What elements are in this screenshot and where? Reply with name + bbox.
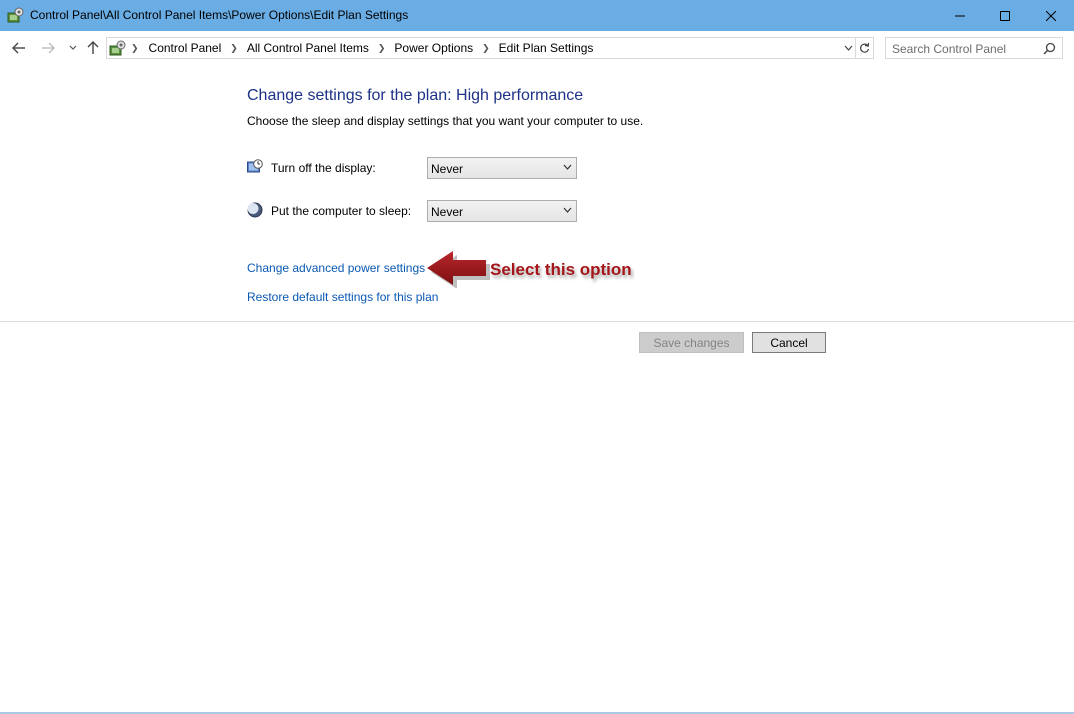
display-timeout-select[interactable]: Never xyxy=(427,157,577,179)
close-icon xyxy=(1046,10,1056,21)
cancel-button[interactable]: Cancel xyxy=(752,332,826,353)
arrow-left-icon xyxy=(12,42,25,54)
divider xyxy=(0,321,1074,322)
navigation-bar: ❯ Control Panel ❯ All Control Panel Item… xyxy=(0,31,1074,64)
window-title: Control Panel\All Control Panel Items\Po… xyxy=(30,8,409,22)
chevron-down-icon xyxy=(563,207,572,213)
maximize-icon xyxy=(1000,10,1010,21)
control-panel-icon xyxy=(7,7,24,23)
maximize-button[interactable] xyxy=(982,0,1028,31)
minimize-button[interactable] xyxy=(937,0,983,31)
chevron-down-icon xyxy=(69,45,77,50)
search-input[interactable] xyxy=(892,41,1037,56)
display-timeout-value: Never xyxy=(431,162,464,176)
up-button[interactable] xyxy=(83,38,103,58)
refresh-button[interactable] xyxy=(855,37,874,59)
chevron-right-icon[interactable]: ❯ xyxy=(482,43,490,54)
moon-icon xyxy=(247,202,263,218)
save-changes-button[interactable]: Save changes xyxy=(639,332,744,353)
refresh-icon xyxy=(859,42,869,53)
close-button[interactable] xyxy=(1028,0,1074,31)
breadcrumb-item-edit-plan[interactable]: Edit Plan Settings xyxy=(499,41,594,55)
page-description: Choose the sleep and display settings th… xyxy=(247,114,644,128)
search-box[interactable] xyxy=(885,37,1063,59)
sleep-timeout-select[interactable]: Never xyxy=(427,200,577,222)
page-title: Change settings for the plan: High perfo… xyxy=(247,87,584,104)
chevron-right-icon[interactable]: ❯ xyxy=(378,43,386,54)
title-bar: Control Panel\All Control Panel Items\Po… xyxy=(0,0,1074,31)
forward-button[interactable] xyxy=(38,38,58,58)
sleep-timeout-value: Never xyxy=(431,205,464,219)
breadcrumb-item-control-panel[interactable]: Control Panel xyxy=(149,41,222,55)
chevron-right-icon[interactable]: ❯ xyxy=(131,43,139,54)
recent-locations-button[interactable] xyxy=(63,38,83,58)
chevron-down-icon xyxy=(563,164,572,170)
callout-arrow-icon xyxy=(427,251,490,288)
callout-label: Select this option xyxy=(490,260,632,279)
search-icon[interactable] xyxy=(1043,42,1056,55)
breadcrumb-item-all-items[interactable]: All Control Panel Items xyxy=(247,41,369,55)
sleep-setting-label: Put the computer to sleep: xyxy=(271,204,412,218)
chevron-right-icon[interactable]: ❯ xyxy=(230,43,238,54)
change-advanced-power-settings-link[interactable]: Change advanced power settings xyxy=(247,261,425,275)
arrow-up-icon xyxy=(87,41,99,54)
breadcrumb-item-power-options[interactable]: Power Options xyxy=(394,41,473,55)
address-bar[interactable]: ❯ Control Panel ❯ All Control Panel Item… xyxy=(106,37,856,59)
breadcrumb: ❯ Control Panel ❯ All Control Panel Item… xyxy=(131,41,593,55)
address-history-dropdown[interactable] xyxy=(842,41,854,55)
back-button[interactable] xyxy=(9,38,29,58)
restore-default-settings-link[interactable]: Restore default settings for this plan xyxy=(247,290,438,304)
display-setting-label: Turn off the display: xyxy=(271,161,376,175)
chevron-down-icon xyxy=(844,45,852,51)
control-panel-icon xyxy=(109,40,126,56)
minimize-icon xyxy=(955,15,965,16)
display-timer-icon xyxy=(247,159,263,173)
arrow-right-icon xyxy=(42,42,55,54)
